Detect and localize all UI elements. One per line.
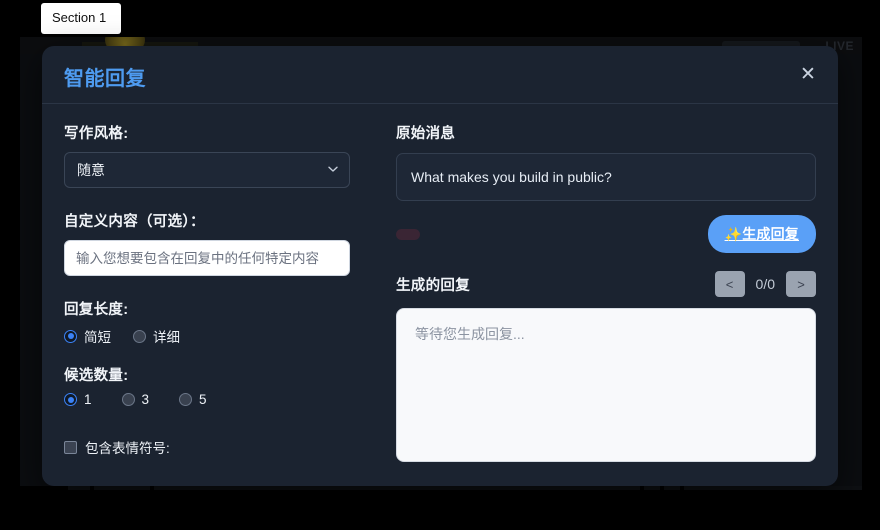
original-message-text: What makes you build in public? — [411, 169, 612, 185]
reply-length-group: 回复长度: 简短 详细 — [64, 298, 372, 346]
custom-content-label: 自定义内容（可选）： — [64, 214, 205, 230]
dialog-header: 智能回复 ✕ — [42, 46, 838, 104]
close-icon[interactable]: ✕ — [794, 60, 822, 88]
radio-icon — [64, 329, 77, 343]
candidate-count-option-5-label: 5 — [199, 392, 207, 407]
include-emoji-checkbox[interactable]: 包含表情符号: — [64, 437, 372, 457]
original-message-box: What makes you build in public? — [396, 153, 816, 201]
preview-column: 原始消息 What makes you build in public? ✨生成… — [396, 122, 816, 486]
candidate-count-radio-group: 1 3 5 — [64, 392, 372, 407]
reply-length-radio-group: 简短 详细 — [64, 326, 372, 346]
generated-reply-output[interactable]: 等待您生成回复... — [396, 308, 816, 462]
background-bottom-seams — [20, 486, 862, 490]
reply-length-label: 回复长度: — [64, 302, 129, 318]
custom-content-group: 自定义内容（可选）： — [64, 210, 372, 276]
reply-page-counter: 0/0 — [755, 276, 775, 292]
radio-icon — [121, 393, 135, 406]
prev-reply-button[interactable]: < — [714, 271, 745, 297]
generate-reply-button[interactable]: ✨生成回复 — [707, 215, 816, 253]
section-tooltip-label: Section 1 — [52, 10, 107, 25]
dialog-title: 智能回复 — [64, 68, 146, 90]
candidate-count-option-1-label: 1 — [84, 392, 92, 407]
section-tooltip: Section 1 — [41, 3, 121, 34]
candidate-count-option-3[interactable]: 3 — [121, 392, 150, 407]
radio-icon — [133, 329, 146, 343]
dialog-body: 写作风格: 随意 自定义内容（可选）： 回复长度: — [42, 104, 838, 486]
next-reply-button[interactable]: > — [786, 271, 816, 297]
checkbox-icon — [64, 440, 77, 454]
writing-style-select[interactable]: 随意 — [64, 152, 350, 188]
candidate-count-option-3-label: 3 — [141, 392, 150, 407]
generated-reply-header: 生成的回复 < 0/0 > — [396, 269, 816, 299]
screen-root: LIVE Section 1 智能回复 ✕ 写作风格: 随意 自定义内容（可选）… — [0, 0, 880, 530]
candidate-count-label: 候选数量: — [64, 368, 129, 384]
candidate-count-option-1[interactable]: 1 — [64, 392, 92, 407]
smart-reply-dialog: 智能回复 ✕ 写作风格: 随意 自定义内容（可选）： 输入您想要包含在回复中的任… — [42, 46, 838, 486]
radio-icon — [179, 393, 193, 406]
original-message-heading: 原始消息 — [396, 126, 456, 142]
status-badge — [396, 228, 420, 240]
candidate-count-option-5[interactable]: 5 — [179, 392, 207, 407]
writing-style-field: 随意 — [64, 152, 350, 188]
reply-length-option-short[interactable]: 简短 — [64, 326, 111, 346]
settings-column: 写作风格: 随意 自定义内容（可选）： 回复长度: — [64, 122, 372, 486]
reply-length-option-detailed-label: 详细 — [153, 330, 180, 345]
generated-reply-placeholder: 等待您生成回复... — [415, 326, 525, 342]
candidate-count-group: 候选数量: 1 3 5 — [64, 364, 372, 407]
reply-length-option-detailed[interactable]: 详细 — [133, 326, 180, 346]
custom-content-input[interactable] — [64, 240, 350, 276]
writing-style-label: 写作风格: — [64, 126, 129, 142]
include-emoji-label: 包含表情符号: — [85, 441, 170, 456]
generate-row: ✨生成回复 — [396, 215, 816, 253]
reply-pager: < 0/0 > — [714, 271, 816, 297]
radio-icon — [64, 393, 77, 406]
generated-reply-heading: 生成的回复 — [396, 277, 470, 294]
reply-length-option-short-label: 简短 — [84, 330, 111, 345]
